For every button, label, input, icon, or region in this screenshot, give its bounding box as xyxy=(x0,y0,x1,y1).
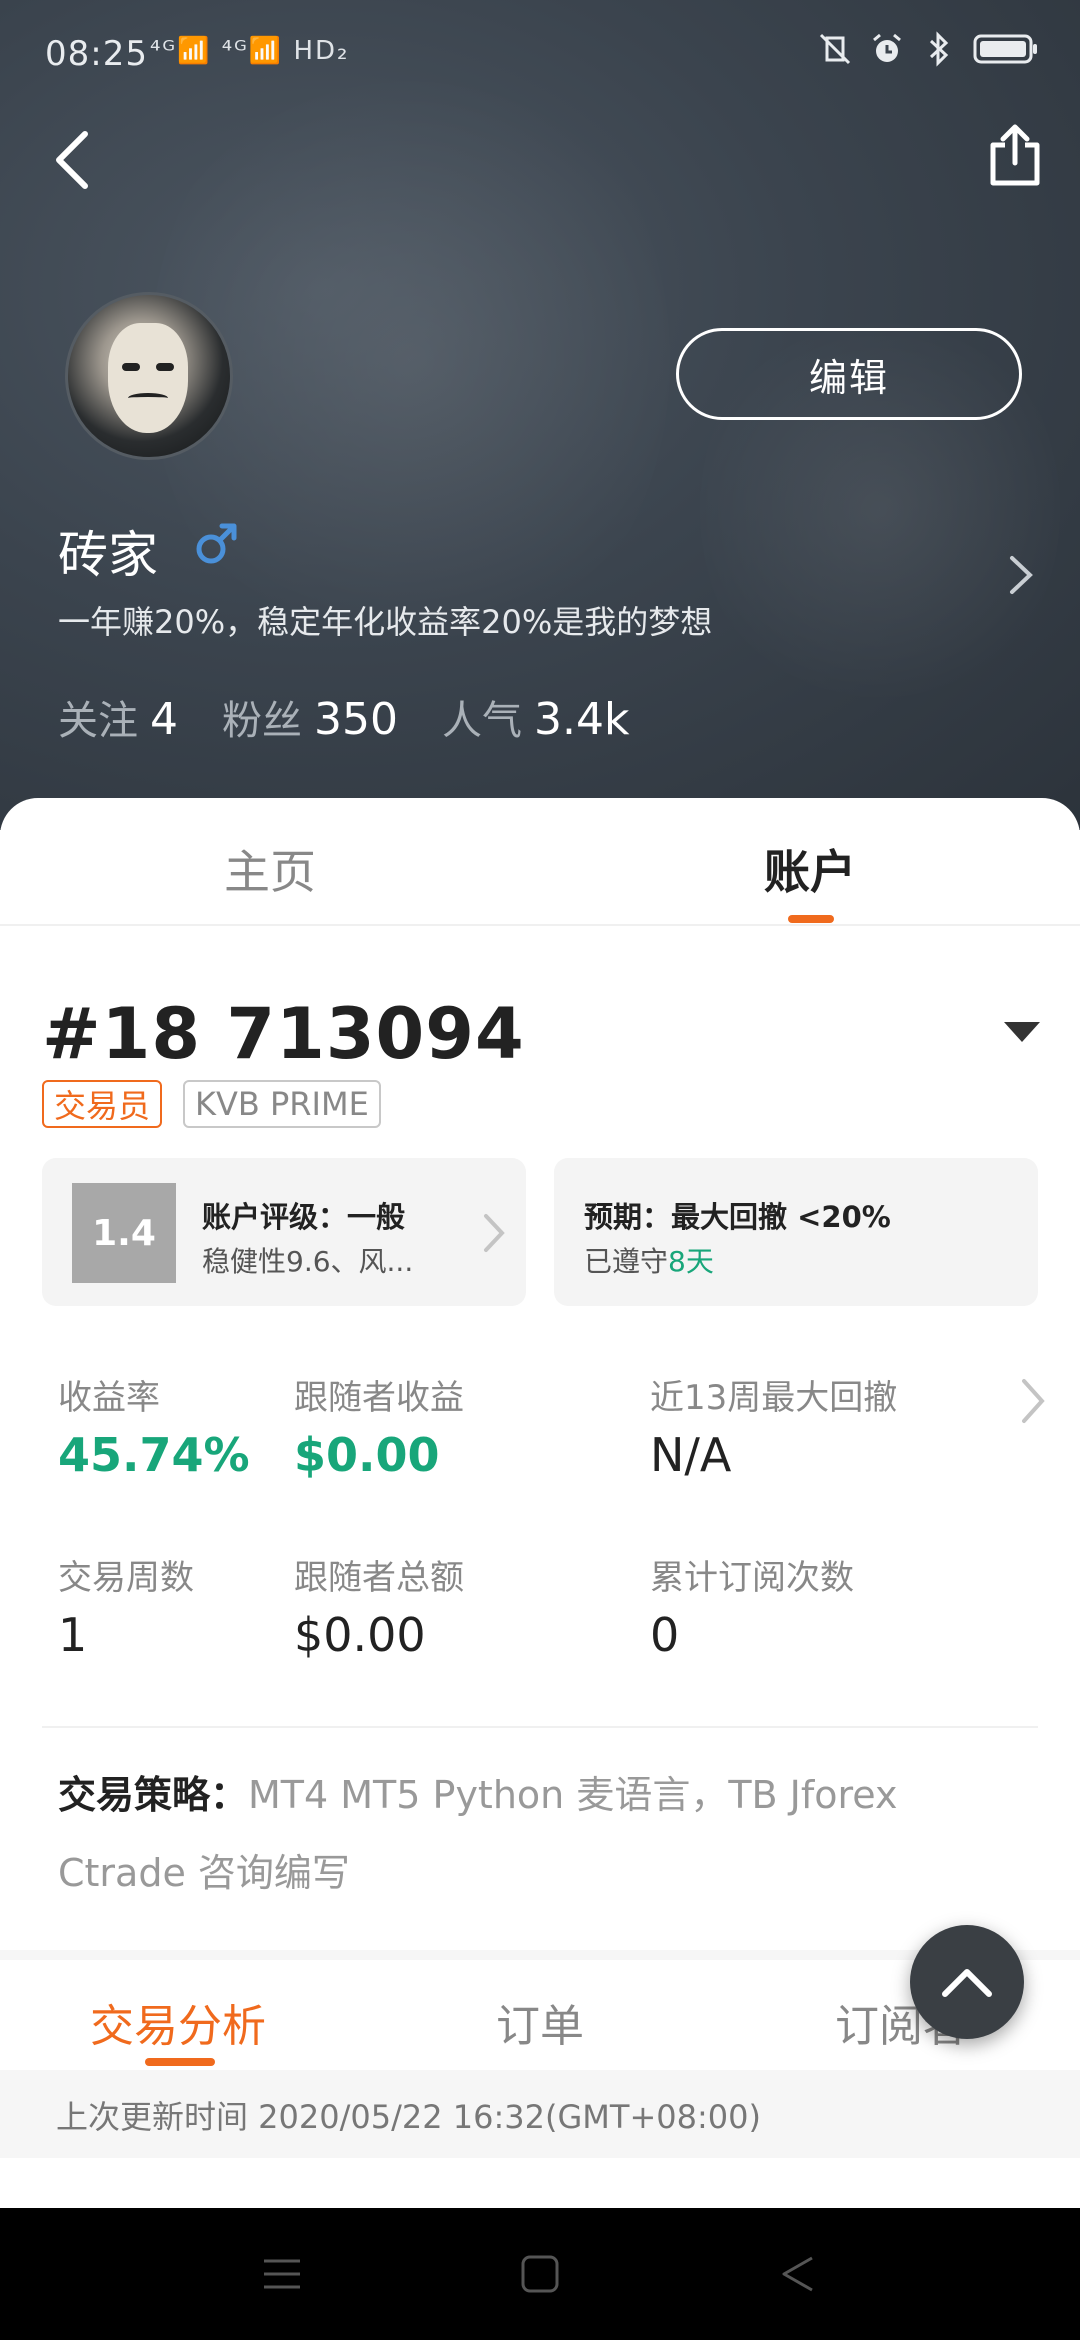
account-number: #18 713094 xyxy=(42,993,525,1075)
main-tab-bar: 主页 账户 xyxy=(0,798,1080,926)
back-nav-button[interactable] xyxy=(772,2248,824,2300)
active-tab-indicator xyxy=(788,915,834,923)
menu-icon xyxy=(264,2259,300,2289)
back-triangle-icon xyxy=(782,2256,813,2292)
home-square-icon xyxy=(521,2255,559,2293)
chevron-right-icon[interactable] xyxy=(1000,550,1040,600)
metric-follower-total-value: $0.00 xyxy=(294,1608,426,1662)
metric-subscriptions-label: 累计订阅次数 xyxy=(650,1558,854,1598)
chevron-right-icon xyxy=(484,1214,505,1252)
alarm-icon xyxy=(868,30,906,68)
battery-icon xyxy=(972,30,1040,68)
metric-return-value: 45.74% xyxy=(58,1428,250,1482)
active-subtab-indicator xyxy=(145,2058,215,2066)
rating-title: 账户评级：一般 xyxy=(202,1200,406,1234)
profile-header: 08:25 ⁴ᴳ📶 ⁴ᴳ📶 HD₂ 编辑 砖家 一年赚20%，稳定年化收益率20… xyxy=(0,0,1080,830)
metric-drawdown-value: N/A xyxy=(650,1428,732,1482)
metric-weeks-value: 1 xyxy=(58,1608,88,1662)
metric-weeks-label: 交易周数 xyxy=(58,1558,194,1598)
metric-subscriptions-value: 0 xyxy=(650,1608,680,1662)
status-bar: 08:25 ⁴ᴳ📶 ⁴ᴳ📶 HD₂ xyxy=(0,0,1080,110)
expectation-subtitle: 已遵守8天 xyxy=(584,1240,714,1280)
status-time: 08:25 xyxy=(45,34,148,74)
strategy-label: 交易策略： xyxy=(58,1773,249,1817)
drawdown-expectation-card[interactable]: 预期：最大回撤 <20% 已遵守8天 xyxy=(554,1158,1038,1306)
share-button[interactable] xyxy=(975,115,1055,195)
avatar[interactable] xyxy=(65,292,233,460)
tab-orders[interactable]: 订单 xyxy=(496,1990,584,2054)
divider xyxy=(42,1726,1038,1728)
avatar-mask-face xyxy=(108,323,188,433)
avatar-eye-left xyxy=(122,363,140,371)
chevron-up-icon xyxy=(942,1969,992,1997)
stat-label: 关注 xyxy=(58,698,138,744)
share-icon xyxy=(990,124,1040,186)
expectation-days: 8天 xyxy=(668,1245,714,1278)
trading-strategy: 交易策略：MT4 MT5 Python 麦语言，TB Jforex Ctrade… xyxy=(58,1756,1018,1912)
stat-value: 350 xyxy=(314,694,398,745)
stat-popularity: 人气 3.4k xyxy=(442,688,629,746)
broker-badge: KVB PRIME xyxy=(183,1080,381,1128)
stat-label: 粉丝 xyxy=(222,698,302,744)
stat-value: 4 xyxy=(150,694,178,745)
status-icons xyxy=(816,30,1040,68)
rating-subtitle: 稳健性9.6、风... xyxy=(202,1245,414,1278)
metric-return-label: 收益率 xyxy=(58,1378,160,1418)
tab-home[interactable]: 主页 xyxy=(120,836,420,902)
menu-nav-button[interactable] xyxy=(256,2248,308,2300)
rating-score: 1.4 xyxy=(72,1183,176,1283)
mute-vibrate-icon xyxy=(816,30,854,68)
avatar-mustache xyxy=(128,393,168,403)
expectation-prefix: 已遵守 xyxy=(584,1245,669,1278)
back-button[interactable] xyxy=(38,120,108,200)
chevron-left-icon xyxy=(56,131,88,189)
scroll-to-top-button[interactable] xyxy=(910,1925,1024,2039)
dropdown-triangle-icon[interactable] xyxy=(1002,1018,1042,1048)
username: 砖家 xyxy=(58,526,158,584)
stat-label: 人气 xyxy=(441,698,522,744)
expectation-title: 预期：最大回撤 <20% xyxy=(584,1200,891,1234)
profile-stats: 关注 4 粉丝 350 人气 3.4k xyxy=(58,688,629,746)
trader-badge: 交易员 xyxy=(42,1080,163,1128)
system-navigation-bar xyxy=(0,2208,1080,2340)
stat-followers[interactable]: 粉丝 350 xyxy=(222,688,398,746)
home-nav-button[interactable] xyxy=(514,2248,566,2300)
last-update-bar: 上次更新时间 2020/05/22 16:32(GMT+08:00) xyxy=(0,2070,1080,2158)
stat-following[interactable]: 关注 4 xyxy=(58,688,178,746)
metric-drawdown-label: 近13周最大回撤 xyxy=(650,1378,898,1418)
metric-follower-profit-label: 跟随者收益 xyxy=(294,1378,464,1418)
tab-account[interactable]: 账户 xyxy=(660,836,960,902)
edit-profile-button[interactable]: 编辑 xyxy=(676,328,1022,420)
bluetooth-icon xyxy=(920,30,958,68)
network-indicator: ⁴ᴳ📶 ⁴ᴳ📶 HD₂ xyxy=(150,36,350,66)
stat-value: 3.4k xyxy=(533,694,630,745)
avatar-eye-right xyxy=(156,363,174,371)
account-rating-card[interactable]: 1.4 账户评级：一般 稳健性9.6、风... xyxy=(42,1158,526,1306)
male-gender-icon xyxy=(196,523,237,564)
profile-bio: 一年赚20%，稳定年化收益率20%是我的梦想 xyxy=(58,603,713,641)
chevron-right-icon[interactable] xyxy=(1016,1373,1048,1429)
metric-follower-profit-value: $0.00 xyxy=(294,1428,440,1482)
metric-follower-total-label: 跟随者总额 xyxy=(294,1558,464,1598)
last-update-time: 上次更新时间 2020/05/22 16:32(GMT+08:00) xyxy=(56,2098,761,2136)
tab-trade-analysis[interactable]: 交易分析 xyxy=(90,1990,266,2054)
